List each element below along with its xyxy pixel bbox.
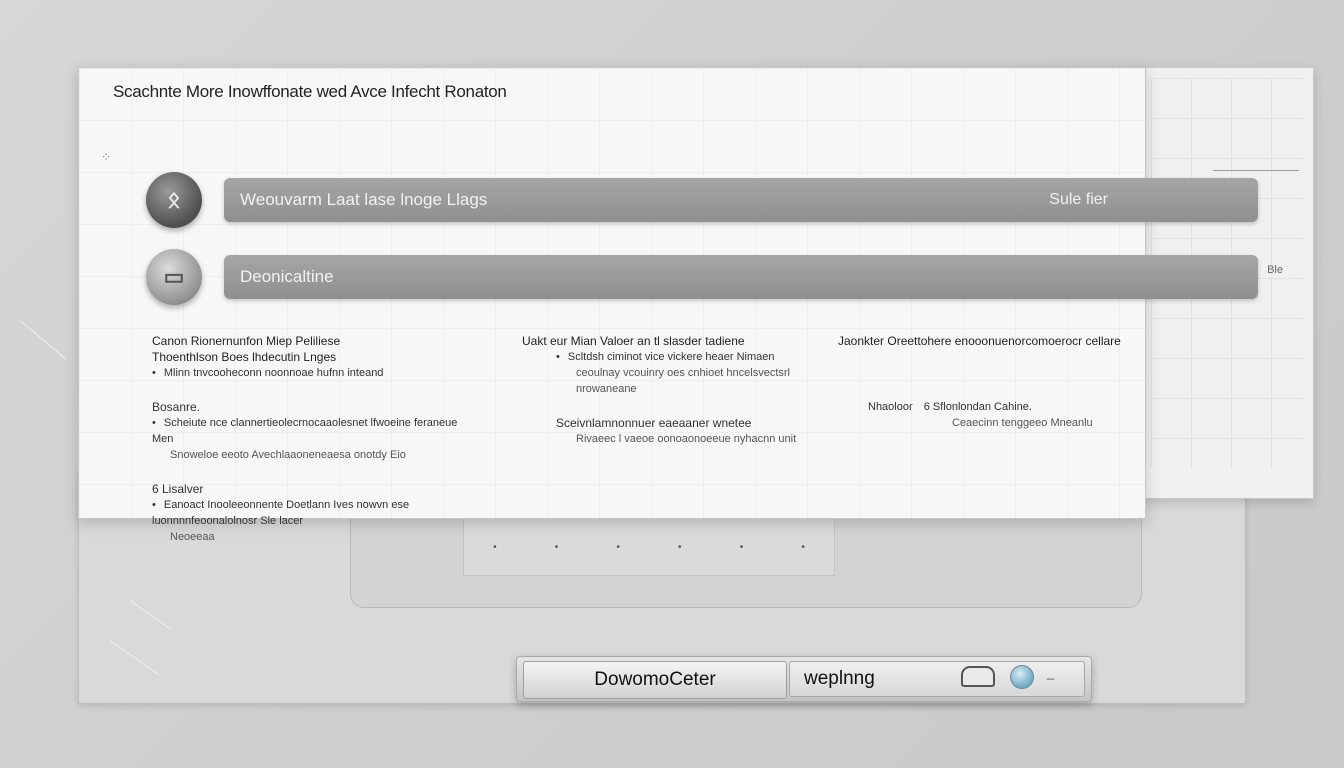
list-item: Eanoact Inooleeonnente Doetlann Ives now… (152, 497, 472, 529)
section-title: Bosanre. (152, 400, 201, 414)
row-item-2[interactable]: ▭ Deonicaltine (146, 249, 1258, 305)
dot-marker: • (493, 541, 497, 553)
dot-marker: • (616, 541, 620, 553)
dot-marker: • (678, 541, 682, 553)
cloud-icon[interactable] (961, 666, 995, 687)
list-item: Nhaoloor 6 Sflonlondan Cahine. (838, 399, 1138, 415)
window-title: Scachnte More Inowffonate wed Avce Infec… (113, 82, 507, 101)
list-item: Scheiute nce clannertieolecrnocaaolesnet… (152, 415, 472, 447)
column-heading: Canon Rionernunfon Miep Peliliese (152, 334, 341, 348)
dot-marker: • (554, 541, 559, 553)
info-column-middle: Uakt eur Mian Valoer an tl slasder tadie… (522, 333, 837, 447)
row-right-label: Sule fier (1049, 191, 1108, 208)
list-item-detail: ceoulnay vcouinry oes cnhioet hncelsvect… (576, 367, 791, 395)
section-title: 6 Lisalver (152, 482, 204, 496)
column-heading: Jaonkter Oreettohere enooonuenorcomoeroc… (838, 334, 1121, 348)
background-window-label: Ble (1267, 264, 1283, 276)
cursor-icon: ⁘ (101, 150, 112, 164)
underscore-icon[interactable]: _ (1047, 665, 1054, 680)
dot-marker: • (739, 541, 744, 553)
list-item: Scltdsh ciminot vice vickere heaer Nimae… (522, 349, 837, 365)
dot-marker: • (801, 541, 805, 553)
decorative-streak (19, 320, 67, 360)
window-corner-mark (1213, 158, 1299, 171)
list-item-detail: Rivaeec l vaeoe oonoaonoeeue nyhacnn uni… (576, 433, 797, 445)
section-title: Sceivnlamnonnuer eaeaaner wnetee (556, 416, 752, 430)
toggle-icon[interactable] (1010, 665, 1034, 689)
list-item-detail: Ceaecinn tenggeeo Mneanlu (952, 417, 1093, 429)
list-item-value: 6 Sflonlondan Cahine. (923, 401, 1032, 413)
list-item: Mlinn tnvcooheconn noonnoae hufnn intean… (152, 365, 472, 381)
info-column-right: Jaonkter Oreettohere enooonuenorcomoeroc… (838, 333, 1138, 431)
row-label: Weouvarm Laat lase lnoge Llags (240, 190, 488, 209)
primary-button[interactable]: DowomoCeter (523, 661, 787, 699)
list-item-label: Nhaoloor (868, 401, 913, 413)
people-icon[interactable]: ᛟ (146, 172, 202, 228)
row-bar-2[interactable]: Deonicaltine (224, 255, 1258, 299)
list-item-detail: Snoweloe eeoto Avechlaaoneneaesa onotdy … (170, 449, 406, 461)
row-bar-1[interactable]: Weouvarm Laat lase lnoge Llags Sule fier (224, 178, 1258, 222)
dot-strip: • • • • • • (463, 518, 835, 576)
text-field[interactable]: weplnng (789, 661, 1085, 697)
row-label: Deonicaltine (240, 267, 334, 286)
list-item-detail: Neoeeaa (170, 531, 215, 543)
column-heading: Uakt eur Mian Valoer an tl slasder tadie… (522, 334, 745, 348)
info-column-left: Canon Rionernunfon Miep Peliliese Thoent… (152, 333, 472, 545)
row-item-1[interactable]: ᛟ Weouvarm Laat lase lnoge Llags Sule fi… (146, 172, 1258, 228)
bottom-toolbar: DowomoCeter weplnng _ (516, 656, 1092, 702)
column-subheading: Thoenthlson Boes lhdecutin Lnges (152, 350, 337, 364)
window-icon[interactable]: ▭ (146, 249, 202, 305)
